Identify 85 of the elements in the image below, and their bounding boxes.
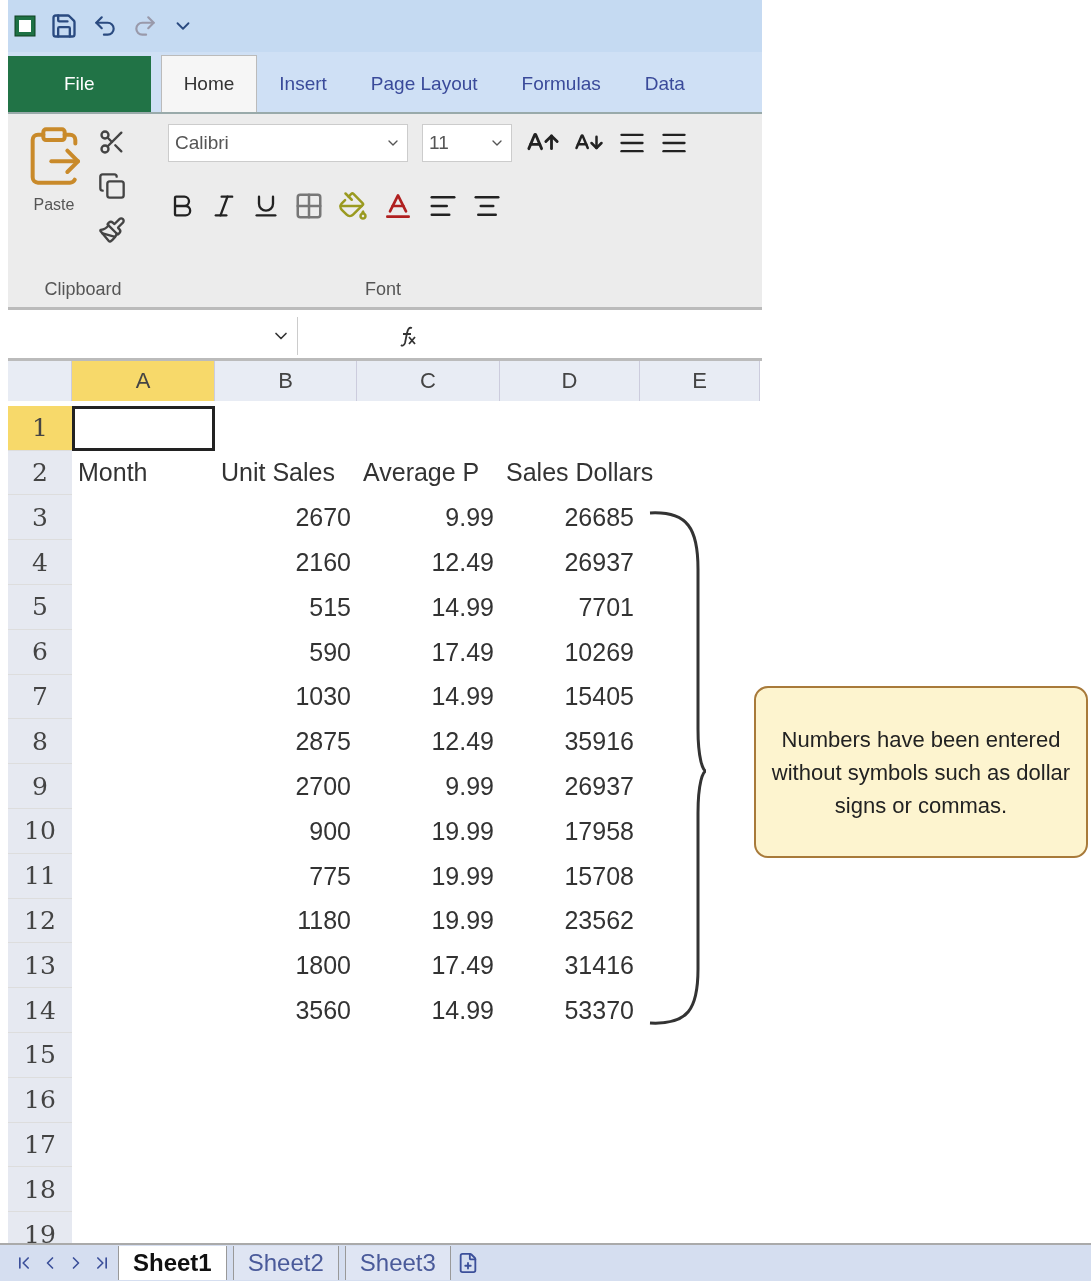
table-cell-text: 3560 xyxy=(294,995,352,1027)
font-size-value: 11 xyxy=(429,132,449,154)
row-header[interactable]: 2 xyxy=(8,450,72,496)
table-cell-text: 35916 xyxy=(563,726,635,758)
table-cell-text: 515 xyxy=(308,591,352,623)
table-cell-text: 9.99 xyxy=(444,771,495,803)
table-cell-text: 15708 xyxy=(563,860,635,892)
column-header[interactable]: D xyxy=(500,361,640,401)
table-cell-text: 26937 xyxy=(563,547,635,579)
format-painter-icon[interactable] xyxy=(98,216,126,244)
table-cell-text: 2875 xyxy=(294,726,352,758)
table-cell-text: 53370 xyxy=(563,995,635,1027)
row-header[interactable]: 4 xyxy=(8,540,72,585)
table-cell-text: 14.99 xyxy=(430,591,495,623)
group-label: Clipboard xyxy=(43,278,123,300)
row-header[interactable]: 3 xyxy=(8,495,72,541)
row-header[interactable]: 18 xyxy=(8,1167,72,1213)
save-icon[interactable] xyxy=(50,12,78,40)
table-cell-text: 590 xyxy=(308,636,352,668)
font-name-value: Calibri xyxy=(175,132,229,154)
row-header[interactable]: 9 xyxy=(8,764,72,809)
column-header[interactable]: A xyxy=(72,361,215,401)
row-header[interactable]: 14 xyxy=(8,988,72,1033)
table-cell-text: 19.99 xyxy=(430,815,495,847)
column-header[interactable]: C xyxy=(357,361,500,401)
table-cell-text: 7701 xyxy=(577,591,635,623)
table-cell-text: 14.99 xyxy=(430,995,495,1027)
table-cell-text: 26937 xyxy=(563,771,635,803)
table-cell-text: 1030 xyxy=(294,681,352,713)
table-cell-text: 2700 xyxy=(294,771,352,803)
ribbon-tab[interactable]: Insert xyxy=(257,56,349,112)
table-cell-text: 26685 xyxy=(563,502,635,534)
group-label: Font xyxy=(364,278,402,300)
table-cell-text: 19.99 xyxy=(430,860,495,892)
table-cell-text: 1800 xyxy=(294,950,352,982)
row-header[interactable]: 7 xyxy=(8,674,72,720)
ribbon-tab[interactable]: Home xyxy=(160,55,258,112)
column-header[interactable]: B xyxy=(215,361,357,401)
row-header[interactable]: 5 xyxy=(8,585,72,630)
table-cell-text: 19.99 xyxy=(430,905,495,937)
undo-icon[interactable] xyxy=(92,13,118,39)
table-cell-text: 14.99 xyxy=(430,681,495,713)
ribbon-tab[interactable]: Page Layout xyxy=(348,56,500,112)
row-header[interactable]: 8 xyxy=(8,719,72,765)
table-cell-text: 2160 xyxy=(294,547,352,579)
table-cell-text: 12.49 xyxy=(430,726,495,758)
callout-note: Numbers have been entered without symbols such as dollar signs or commas. xyxy=(754,686,1088,858)
file-tab[interactable]: File xyxy=(8,56,151,112)
row-header[interactable]: 10 xyxy=(8,808,72,854)
borders-icon[interactable] xyxy=(294,191,324,221)
copy-icon[interactable] xyxy=(98,172,126,200)
sheet-tab[interactable]: Sheet2 xyxy=(232,1246,339,1280)
row-header[interactable]: 6 xyxy=(8,629,72,675)
font-size-field[interactable]: 11 xyxy=(422,124,512,162)
sheet-tab[interactable]: Sheet1 xyxy=(118,1246,227,1280)
table-cell-text: 23562 xyxy=(563,905,635,937)
table-cell-text: 17.49 xyxy=(430,636,495,668)
row-header[interactable]: 1 xyxy=(8,405,72,451)
row-header[interactable]: 17 xyxy=(8,1122,72,1168)
fill-color-icon[interactable] xyxy=(338,191,368,221)
table-cell-text: 1180 xyxy=(296,905,352,937)
row-header[interactable]: 15 xyxy=(8,1032,72,1078)
row-header[interactable]: 13 xyxy=(8,943,72,989)
font-name-field[interactable]: Calibri xyxy=(168,124,408,162)
table-cell-text: 12.49 xyxy=(430,547,495,579)
table-cell-text: 2670 xyxy=(294,502,352,534)
table-cell-text: 10269 xyxy=(563,636,635,668)
ribbon-tab[interactable]: Formulas xyxy=(499,56,623,112)
table-cell-text: 17.49 xyxy=(430,950,495,982)
row-header[interactable]: 19 xyxy=(8,1212,72,1243)
table-cell-text: 15405 xyxy=(563,681,635,713)
table-cell-text: 775 xyxy=(308,860,352,892)
sheet-tab[interactable]: Sheet3 xyxy=(344,1246,451,1280)
function-icon[interactable] xyxy=(398,325,418,347)
app-icon[interactable] xyxy=(14,15,36,37)
table-cell-text: 31416 xyxy=(563,950,635,982)
row-header[interactable]: 16 xyxy=(8,1077,72,1123)
row-header[interactable]: 11 xyxy=(8,853,72,899)
table-cell-text: 9.99 xyxy=(444,502,495,534)
paste-button[interactable]: Paste xyxy=(33,196,75,214)
column-header[interactable]: E xyxy=(640,361,760,401)
table-cell-text: 900 xyxy=(308,815,352,847)
table-cell-text: 17958 xyxy=(563,815,635,847)
row-header[interactable]: 12 xyxy=(8,898,72,944)
ribbon-tab[interactable]: Data xyxy=(622,56,707,112)
